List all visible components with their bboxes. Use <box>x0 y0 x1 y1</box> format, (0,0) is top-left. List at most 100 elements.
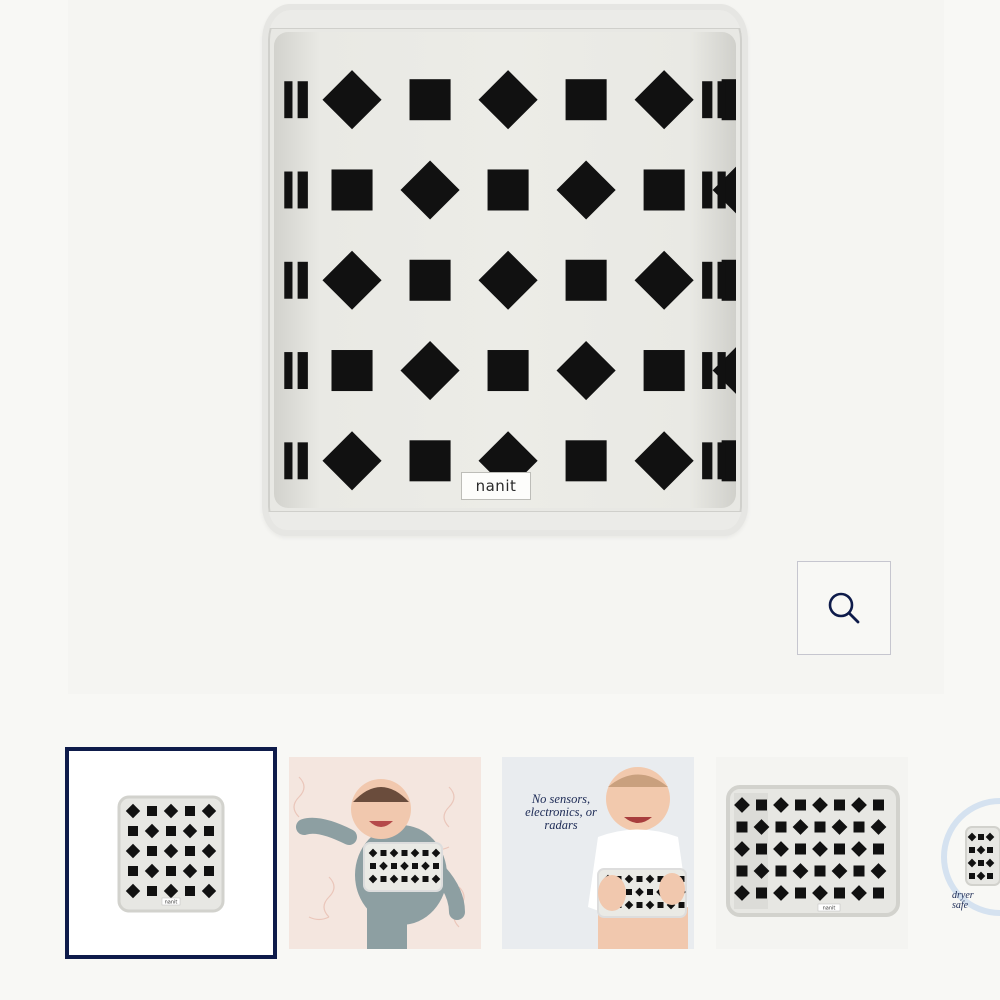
pattern-edge-mark <box>297 261 308 299</box>
pattern-diamond <box>322 250 382 310</box>
dryer-safe-graphic <box>941 798 1000 916</box>
pattern-square <box>487 350 529 392</box>
pattern-square <box>853 821 865 833</box>
pattern-square <box>775 821 787 833</box>
pattern-square <box>678 902 685 908</box>
pattern-square <box>756 843 767 855</box>
thumbnail-5[interactable]: dryer safe <box>930 757 1000 949</box>
pattern-edge-mark <box>717 261 726 299</box>
thumb-band-front-graphic: nanit <box>117 795 225 913</box>
pattern-square <box>814 821 826 833</box>
pattern-square <box>422 876 429 882</box>
pattern-square <box>204 866 214 876</box>
pattern-square <box>409 440 451 482</box>
pattern-square <box>775 865 787 877</box>
pattern-square <box>873 843 884 855</box>
pattern-square <box>795 887 806 899</box>
pattern-square <box>969 847 975 853</box>
pattern-square <box>409 259 451 301</box>
pattern-square <box>647 889 653 895</box>
pattern-square <box>853 865 865 877</box>
pattern-square <box>978 834 984 840</box>
thumbnail-3[interactable]: No sensors, electronics, or radars <box>502 757 694 949</box>
zoom-button[interactable] <box>797 561 891 655</box>
pattern-edge-mark <box>284 352 293 389</box>
pattern-square <box>969 873 975 879</box>
pattern-square <box>834 799 845 811</box>
pattern-square <box>736 865 748 877</box>
baby-photo-graphic <box>289 757 481 949</box>
pattern-square <box>166 826 176 836</box>
pattern-square <box>185 886 195 896</box>
pattern-square <box>331 169 373 211</box>
pattern-square <box>147 886 157 896</box>
pattern-square <box>391 863 397 869</box>
pattern-square <box>873 887 884 899</box>
pattern-square <box>565 259 607 301</box>
band-top-edge <box>268 10 742 29</box>
pattern-edge-mark <box>284 81 293 119</box>
pattern-square <box>380 876 387 882</box>
thumbnail-4[interactable]: nanit <box>716 757 908 949</box>
pattern-square <box>756 799 767 811</box>
pattern-square <box>487 169 529 211</box>
pattern-square <box>128 826 138 836</box>
pattern-square <box>643 350 685 392</box>
pattern-diamond <box>634 250 694 310</box>
thumb-flat-brand-tag: nanit <box>823 906 836 912</box>
pattern-diamond <box>556 340 616 401</box>
pattern-edge-mark <box>717 352 726 389</box>
pattern-square <box>795 843 806 855</box>
pattern-edge-mark <box>297 352 308 389</box>
pattern-square <box>166 866 176 876</box>
band-fabric <box>274 32 736 508</box>
pattern-square <box>147 846 157 856</box>
pattern-square <box>204 826 214 836</box>
pattern-edge-mark <box>297 171 308 209</box>
pattern-edge-mark <box>702 171 713 209</box>
pattern-square <box>433 863 439 869</box>
pattern-square <box>834 887 845 899</box>
pattern-square <box>795 799 806 811</box>
pattern-diamond <box>634 70 694 130</box>
pattern-diamond <box>634 431 694 491</box>
pattern-square <box>412 863 418 869</box>
pattern-square <box>380 850 387 856</box>
pattern-diamond <box>478 70 538 130</box>
pattern-square <box>978 860 984 866</box>
pattern-square <box>565 440 607 482</box>
pattern-square <box>987 873 993 879</box>
pattern-square <box>147 806 157 816</box>
pattern-edge-mark <box>284 442 293 480</box>
thumbnail-1[interactable]: nanit <box>75 757 267 949</box>
pattern-edge-mark <box>702 442 713 480</box>
pattern-edge-mark <box>284 261 293 299</box>
dryer-safe-caption: dryer safe <box>952 890 974 911</box>
main-product-image[interactable]: nanit <box>262 4 748 536</box>
pattern-edge-mark <box>284 171 293 209</box>
pattern-square <box>565 79 607 121</box>
pattern-edge-mark <box>702 261 713 299</box>
pattern-diamond <box>322 70 382 130</box>
pattern-edge-mark <box>717 442 726 480</box>
pattern-edge-mark <box>297 81 308 119</box>
pattern-diamond <box>478 250 538 310</box>
pattern-square <box>756 887 767 899</box>
baby-feature-graphic <box>502 757 694 949</box>
thumbnail-2[interactable] <box>289 757 481 949</box>
pattern-square <box>814 865 826 877</box>
pattern-square <box>409 79 451 121</box>
pattern-square <box>736 821 748 833</box>
feature-caption: No sensors, electronics, or radars <box>525 792 597 832</box>
pattern-square <box>636 876 643 882</box>
pattern-edge-mark <box>717 171 726 209</box>
pattern-square <box>331 350 373 392</box>
pattern-square <box>185 846 195 856</box>
pattern-square <box>370 863 376 869</box>
pattern-square <box>422 850 429 856</box>
pattern-square <box>987 847 993 853</box>
pattern-square <box>643 169 685 211</box>
pattern-diamond <box>400 160 460 220</box>
pattern-square <box>636 902 643 908</box>
pattern-edge-mark <box>702 81 713 119</box>
